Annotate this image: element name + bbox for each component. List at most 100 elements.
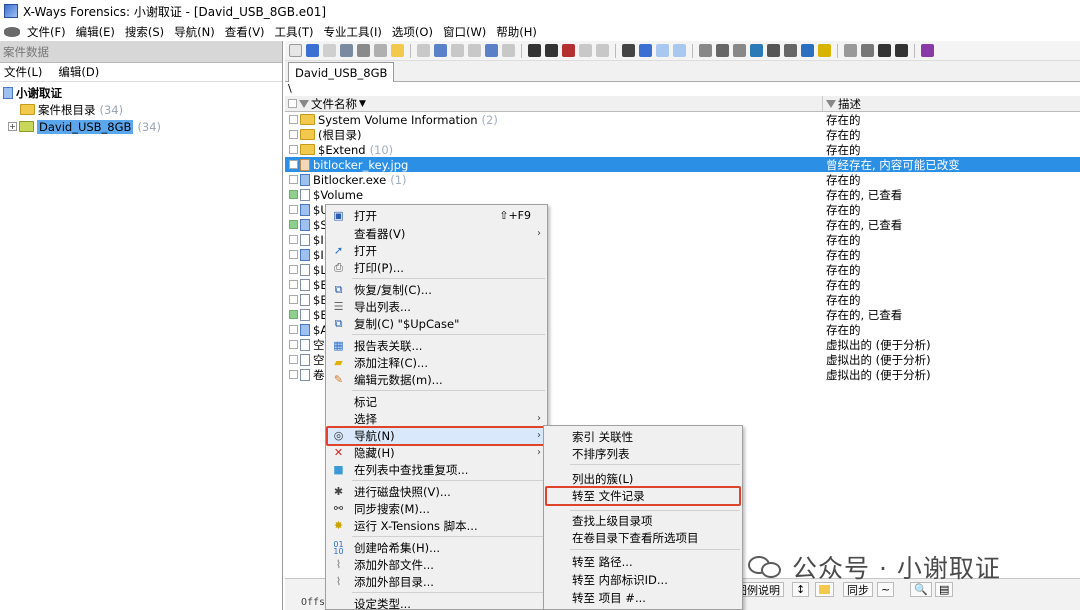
print-icon[interactable] [357,44,370,57]
x-tensions-icon[interactable] [818,44,831,57]
menu-search[interactable]: 搜索(S) [120,24,169,40]
row-checkbox[interactable] [289,250,298,259]
submenu-item-goto-item[interactable]: 转至 项目 #... [544,589,742,606]
filter-icon[interactable] [299,99,309,108]
open-icon[interactable] [306,44,319,57]
menu-file[interactable]: 文件(F) [22,24,71,40]
menu-options[interactable]: 选项(O) [387,24,438,40]
table-row[interactable]: System Volume Information (2) 存在的 [285,112,1080,127]
menu-specialist-tools[interactable]: 专业工具(I) [319,24,387,40]
table-row[interactable]: (根目录) 存在的 [285,127,1080,142]
submenu-item-goto-path[interactable]: 转至 路径... [544,553,742,570]
forward-icon[interactable] [673,44,686,57]
menu-item-hide[interactable]: ✕ 隐藏(H) › [326,444,547,461]
column-name[interactable]: 文件名称 ▼ [285,96,823,111]
search-icon[interactable] [767,44,780,57]
menu-item-add-comment[interactable]: ▰ 添加注释(C)... [326,354,547,371]
row-checkbox[interactable] [289,280,298,289]
row-checkbox[interactable] [289,175,298,184]
table-row[interactable]: $Extend (10) 存在的 [285,142,1080,157]
image-icon[interactable] [716,44,729,57]
replace-icon[interactable] [579,44,592,57]
row-checkbox[interactable] [289,355,298,364]
row-checkbox[interactable] [289,235,298,244]
menu-item-viewer[interactable]: 查看器(V) › [326,225,547,242]
menu-help[interactable]: 帮助(H) [491,24,542,40]
menu-item-export-list[interactable]: ☰ 导出列表... [326,298,547,315]
find-hex-icon[interactable] [562,44,575,57]
undo-icon[interactable] [417,44,430,57]
menu-window[interactable]: 窗口(W) [438,24,491,40]
expand-icon[interactable]: + [8,122,17,131]
prev-icon[interactable] [878,44,891,57]
hex-icon[interactable] [502,44,515,57]
menu-item-open[interactable]: ▣ 打开 ⇧+F9 [326,207,547,224]
next-icon[interactable] [895,44,908,57]
tab-evidence[interactable]: David_USB_8GB [288,62,395,82]
back-icon[interactable] [656,44,669,57]
grid-icon[interactable] [861,44,874,57]
book-icon[interactable] [921,44,934,57]
table-row[interactable]: Bitlocker.exe (1) 存在的 [285,172,1080,187]
menu-item-set-type[interactable]: 设定类型... [326,595,547,610]
disk-icon[interactable] [4,26,20,37]
table-row-selected[interactable]: bitlocker_key.jpg 曾经存在, 内容可能已改变 [285,157,1080,172]
menu-edit[interactable]: 编辑(E) [71,24,120,40]
submenu-item-view-in-directory[interactable]: 在卷目录下查看所选项目 [544,529,742,546]
tree-item-case-root[interactable]: 案件根目录 (34) [0,101,282,118]
ram-icon[interactable] [733,44,746,57]
row-checkbox[interactable] [289,145,298,154]
folder-up-icon[interactable] [391,44,404,57]
row-checkbox[interactable] [289,310,298,319]
menu-item-select[interactable]: 选择 › [326,410,547,427]
select-all-checkbox[interactable] [288,99,297,108]
row-checkbox[interactable] [289,370,298,379]
case-menu-file[interactable]: 文件(L) [4,64,42,80]
row-checkbox[interactable] [289,265,298,274]
calendar-icon[interactable] [801,44,814,57]
find-icon[interactable] [528,44,541,57]
submenu-item-listed-clusters[interactable]: 列出的簇(L) [544,470,742,487]
row-checkbox[interactable] [289,325,298,334]
menu-item-add-external-file[interactable]: ⌇ 添加外部文件... [326,556,547,573]
case-menu-edit[interactable]: 编辑(D) [58,64,99,80]
new-icon[interactable] [289,44,302,57]
menu-item-find-duplicates[interactable]: ■ 在列表中查找重复项... [326,461,547,478]
paste-icon[interactable] [451,44,464,57]
row-checkbox[interactable] [289,295,298,304]
column-desc[interactable]: 描述 [823,96,1080,111]
submenu-item-index-relevance[interactable]: 索引 关联性 [544,428,742,445]
submenu-item-goto-internal-id[interactable]: 转至 内部标识ID... [544,571,742,588]
menu-item-open-with[interactable]: ➚ 打开 [326,242,547,259]
menu-item-hash-set[interactable]: 01 10 创建哈希集(H)... [326,539,547,556]
menu-item-print[interactable]: ⎙ 打印(P)... [326,259,547,276]
find-text-icon[interactable] [545,44,558,57]
row-checkbox[interactable] [289,130,298,139]
menu-tools[interactable]: 工具(T) [270,24,319,40]
disk-icon[interactable] [340,44,353,57]
menu-item-copy[interactable]: ⧉ 复制(C) "$UpCase" [326,315,547,332]
properties-icon[interactable] [374,44,387,57]
goto-sector-icon[interactable] [639,44,652,57]
row-checkbox[interactable] [289,220,298,229]
copy-icon[interactable] [434,44,447,57]
replace-hex-icon[interactable] [596,44,609,57]
menu-view[interactable]: 查看(V) [220,24,270,40]
row-checkbox[interactable] [289,205,298,214]
row-checkbox[interactable] [289,160,298,169]
submenu-item-find-parent[interactable]: 查找上级目录项 [544,512,742,529]
menu-item-mark[interactable]: 标记 [326,393,547,410]
row-checkbox[interactable] [289,190,298,199]
submenu-item-unsorted-list[interactable]: 不排序列表 [544,445,742,462]
calculator-icon[interactable] [750,44,763,57]
table-row[interactable]: $Volume 存在的, 已查看 [285,187,1080,202]
menu-item-sync-search[interactable]: ⚯ 同步搜索(M)... [326,500,547,517]
disk-tools-icon[interactable] [699,44,712,57]
tree-root[interactable]: 小谢取证 [0,84,282,101]
row-checkbox[interactable] [289,115,298,124]
paste-special-icon[interactable] [468,44,481,57]
tree-item-evidence[interactable]: + David_USB_8GB (34) [0,118,282,135]
filter-icon[interactable] [826,99,836,108]
clipboard-icon[interactable] [485,44,498,57]
gallery-icon[interactable] [784,44,797,57]
